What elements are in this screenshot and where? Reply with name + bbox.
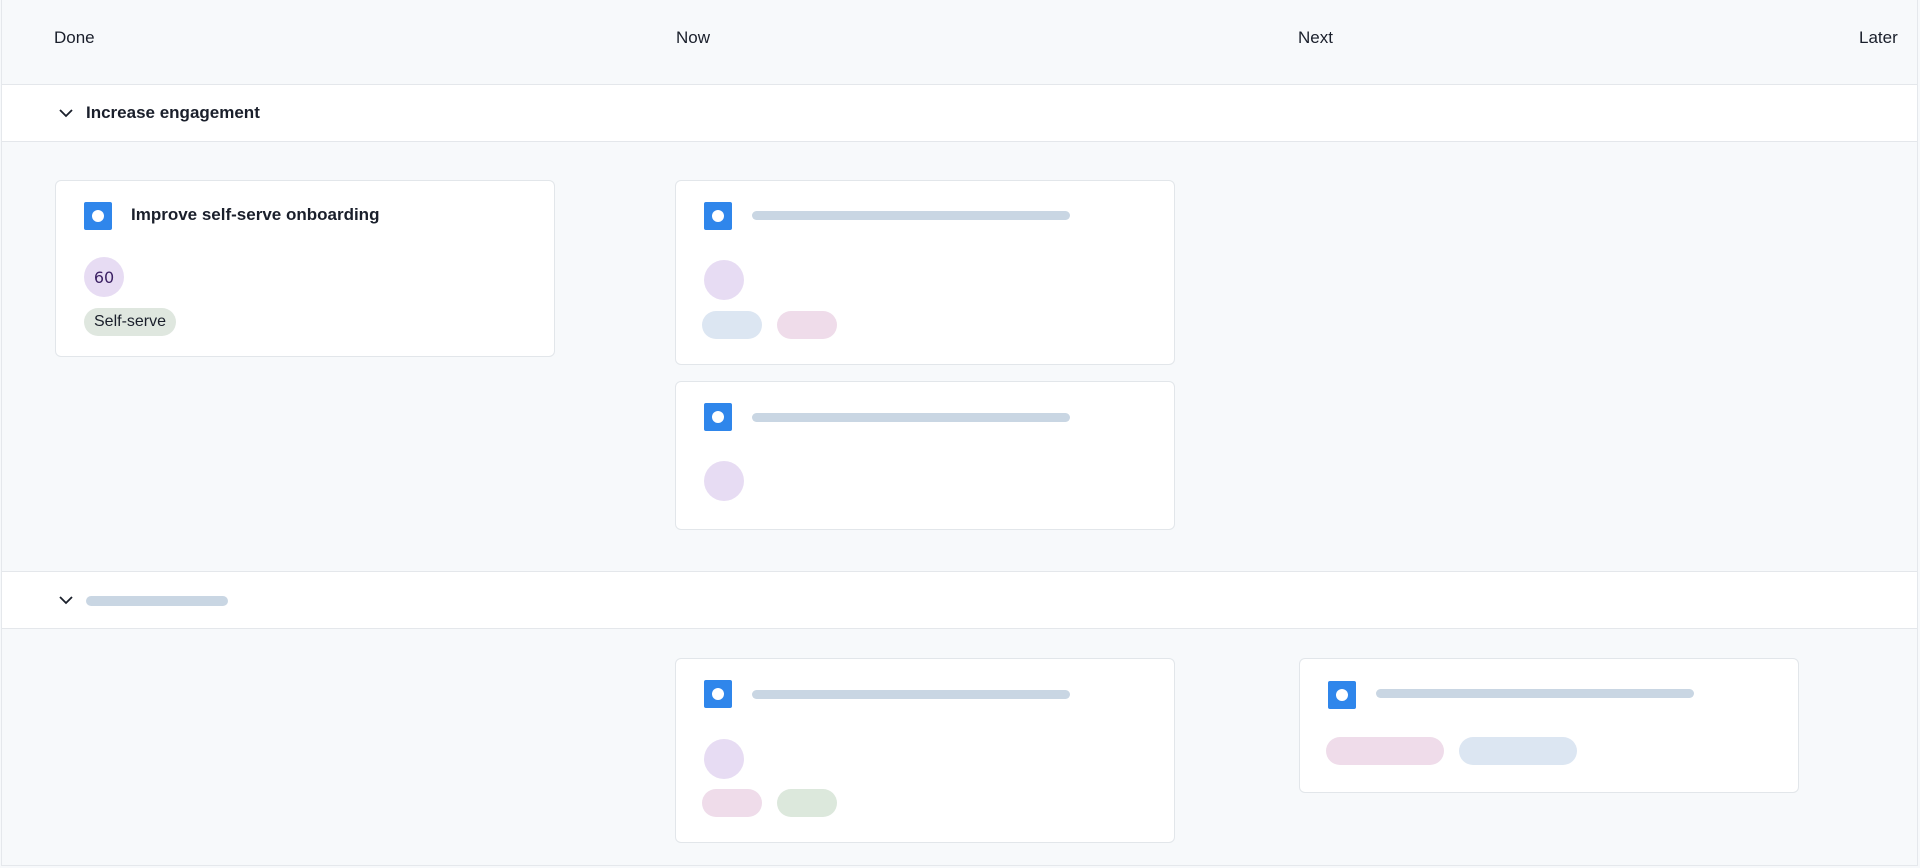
tag-skeleton	[702, 311, 762, 339]
card-improve-self-serve-onboarding[interactable]: Improve self-serve onboarding 60 Self-se…	[55, 180, 555, 357]
initiative-icon	[1328, 681, 1356, 709]
initiative-icon	[84, 202, 112, 230]
title-skeleton	[752, 690, 1070, 699]
title-skeleton	[752, 413, 1070, 422]
roadmap-board: Done Now Next Later Increase engagement …	[1, 0, 1918, 866]
initiative-icon	[704, 202, 732, 230]
column-done: Done	[54, 28, 95, 47]
title-skeleton	[1376, 689, 1694, 698]
group-row-increase-engagement[interactable]: Increase engagement	[2, 84, 1917, 142]
column-later: Later	[1859, 28, 1898, 47]
tag-skeleton	[1326, 737, 1444, 765]
tag-skeleton	[702, 789, 762, 817]
card-placeholder[interactable]	[675, 180, 1175, 365]
score-skeleton	[704, 739, 744, 779]
initiative-icon	[704, 680, 732, 708]
tag-skeleton	[777, 311, 837, 339]
tag-self-serve[interactable]: Self-serve	[84, 308, 177, 336]
group-row-placeholder[interactable]	[2, 571, 1917, 629]
chevron-down-icon[interactable]	[58, 594, 74, 606]
score-skeleton	[704, 461, 744, 501]
initiative-icon	[704, 403, 732, 431]
column-now: Now	[676, 28, 711, 47]
group-title: Increase engagement	[86, 103, 260, 122]
column-headers: Done Now Next Later	[2, 0, 1917, 85]
card-placeholder[interactable]	[675, 658, 1175, 843]
card-title: Improve self-serve onboarding	[131, 205, 380, 224]
title-skeleton	[752, 211, 1070, 220]
card-placeholder[interactable]	[675, 381, 1175, 530]
score-skeleton	[704, 260, 744, 300]
tag-skeleton	[1459, 737, 1577, 765]
group-title-skeleton	[86, 596, 228, 606]
tag-skeleton	[777, 789, 837, 817]
column-next: Next	[1298, 28, 1333, 47]
card-placeholder[interactable]	[1299, 658, 1799, 793]
chevron-down-icon[interactable]	[58, 107, 74, 119]
score-badge: 60	[84, 257, 124, 297]
